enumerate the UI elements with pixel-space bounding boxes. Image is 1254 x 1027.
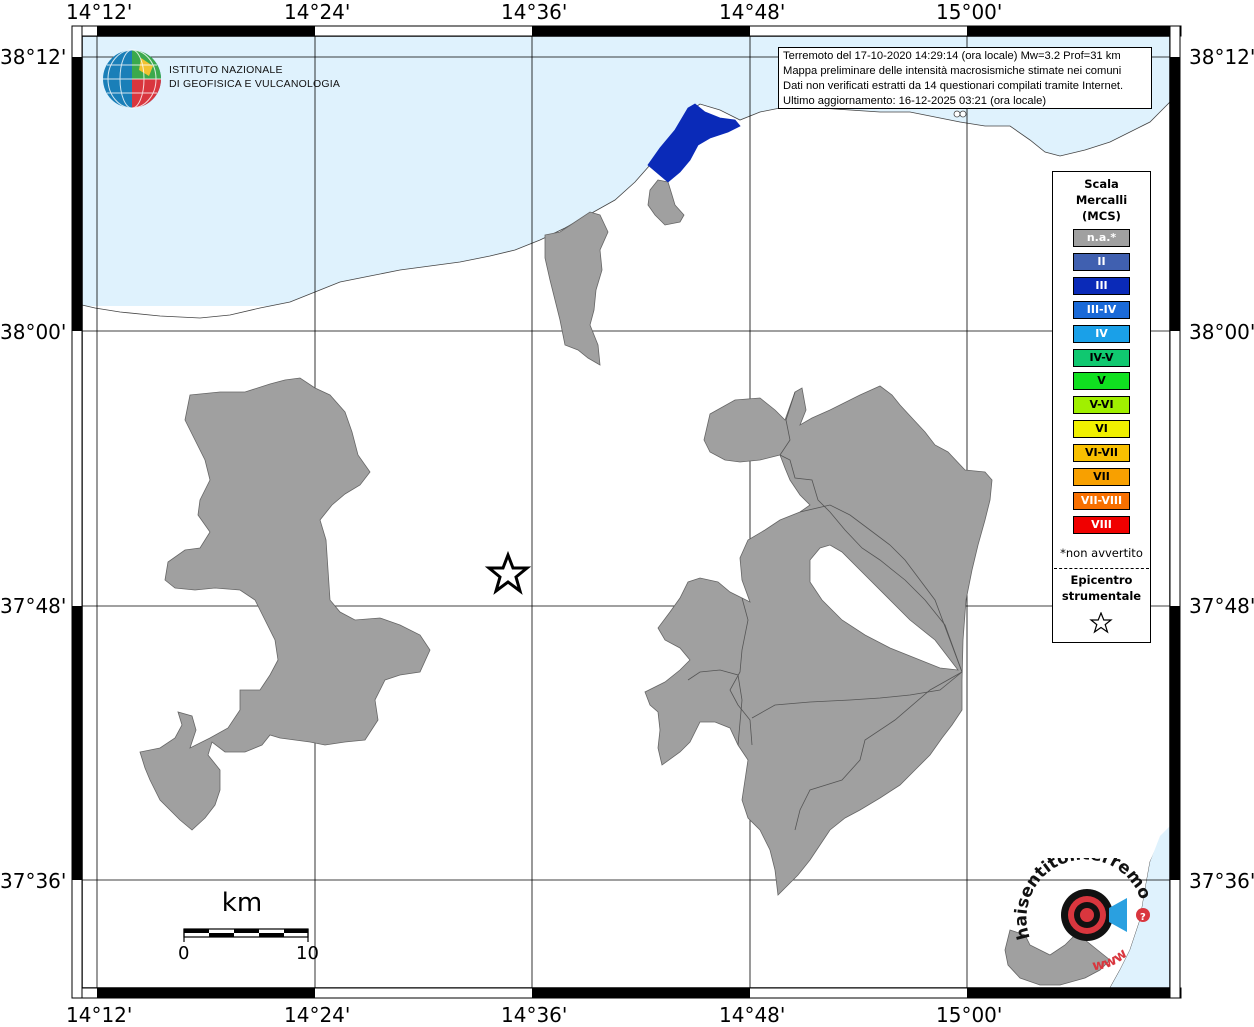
islet bbox=[953, 110, 961, 118]
lon-label-top: 15°00' bbox=[936, 0, 1003, 24]
lat-label-right: 38°00' bbox=[1189, 320, 1254, 344]
mcs-legend: Scala Mercalli (MCS) n.a.* II III III-IV IV I… bbox=[1052, 171, 1151, 643]
event-info-line: Dati non verificati estratti da 14 quest… bbox=[783, 80, 1124, 92]
lat-label-left: 38°12' bbox=[0, 45, 67, 69]
legend-item: VI bbox=[1073, 420, 1130, 439]
legend-item: III bbox=[1073, 276, 1130, 295]
lon-label-bottom: 14°12' bbox=[66, 1003, 133, 1027]
ingv-line-1: ISTITUTO NAZIONALE bbox=[169, 64, 283, 76]
legend-item: n.a.* bbox=[1073, 229, 1130, 247]
event-info-line: Terremoto del 17-10-2020 14:29:14 (ora l… bbox=[783, 50, 1121, 62]
lon-label-top: 14°12' bbox=[66, 0, 133, 24]
islet bbox=[959, 110, 967, 118]
event-info-box: Terremoto del 17-10-2020 14:29:14 (ora l… bbox=[778, 47, 1152, 109]
legend-item: VIII bbox=[1073, 515, 1130, 534]
lat-label-left: 38°00' bbox=[0, 320, 67, 344]
lat-label-left: 37°36' bbox=[0, 869, 67, 893]
lon-label-top: 14°24' bbox=[284, 0, 351, 24]
legend-item: IV-V bbox=[1073, 348, 1130, 367]
event-info-line: Mappa preliminare delle intensità macros… bbox=[783, 65, 1122, 77]
scale-bar: km 0 10 bbox=[178, 888, 330, 968]
legend-title-line: Scala bbox=[1084, 177, 1119, 191]
legend-epicenter-line: Epicentro bbox=[1070, 573, 1133, 587]
legend-note: *non avvertito bbox=[1060, 546, 1143, 560]
svg-text:www: www bbox=[1091, 946, 1130, 975]
scale-ruler bbox=[183, 928, 309, 942]
event-info-line: Ultimo aggiornamento: 16-12-2025 03:21 (… bbox=[783, 95, 1047, 107]
lon-label-top: 14°36' bbox=[501, 0, 568, 24]
lon-label-bottom: 15°00' bbox=[936, 1003, 1003, 1027]
legend-item: VI-VII bbox=[1073, 444, 1130, 463]
lon-label-bottom: 14°36' bbox=[501, 1003, 568, 1027]
lat-label-right: 38°12' bbox=[1189, 45, 1254, 69]
svg-text:?: ? bbox=[1140, 912, 1146, 923]
legend-epicenter-line: strumentale bbox=[1061, 589, 1142, 603]
ingv-globe-icon bbox=[103, 49, 161, 109]
scale-title: km bbox=[221, 888, 263, 918]
legend-title-line: Mercalli bbox=[1075, 193, 1128, 207]
legend-title-line: (MCS) bbox=[1082, 209, 1121, 223]
legend-item: III-IV bbox=[1073, 300, 1130, 319]
lat-label-right: 37°48' bbox=[1189, 594, 1254, 618]
haisentito-www-text: www bbox=[1091, 946, 1130, 975]
ingv-line-2: DI GEOFISICA E VULCANOLOGIA bbox=[169, 78, 341, 90]
legend-item: VII-VIII bbox=[1073, 491, 1130, 510]
legend-item: V-VI bbox=[1073, 396, 1130, 415]
star-icon bbox=[1089, 612, 1113, 634]
lat-label-left: 37°48' bbox=[0, 594, 67, 618]
lon-label-bottom: 14°48' bbox=[719, 1003, 786, 1027]
legend-separator bbox=[1054, 568, 1149, 569]
legend-item: IV bbox=[1073, 324, 1130, 343]
lon-label-bottom: 14°24' bbox=[284, 1003, 351, 1027]
lon-label-top: 14°48' bbox=[719, 0, 786, 24]
haisentito-logo-icon: haisentitoilterremoto.it www ? bbox=[1005, 858, 1155, 975]
ingv-logo-text: ISTITUTO NAZIONALE DI GEOFISICA E VULCAN… bbox=[169, 63, 340, 91]
legend-title: Scala Mercalli (MCS) bbox=[1053, 176, 1150, 224]
legend-item: V bbox=[1073, 372, 1130, 391]
lat-label-right: 37°36' bbox=[1189, 869, 1254, 893]
scale-min-label: 0 bbox=[178, 943, 190, 964]
scale-max-label: 10 bbox=[296, 943, 319, 964]
legend-item: VII bbox=[1073, 468, 1130, 486]
legend-epicenter-label: Epicentro strumentale bbox=[1053, 572, 1150, 604]
legend-item: II bbox=[1073, 252, 1130, 271]
